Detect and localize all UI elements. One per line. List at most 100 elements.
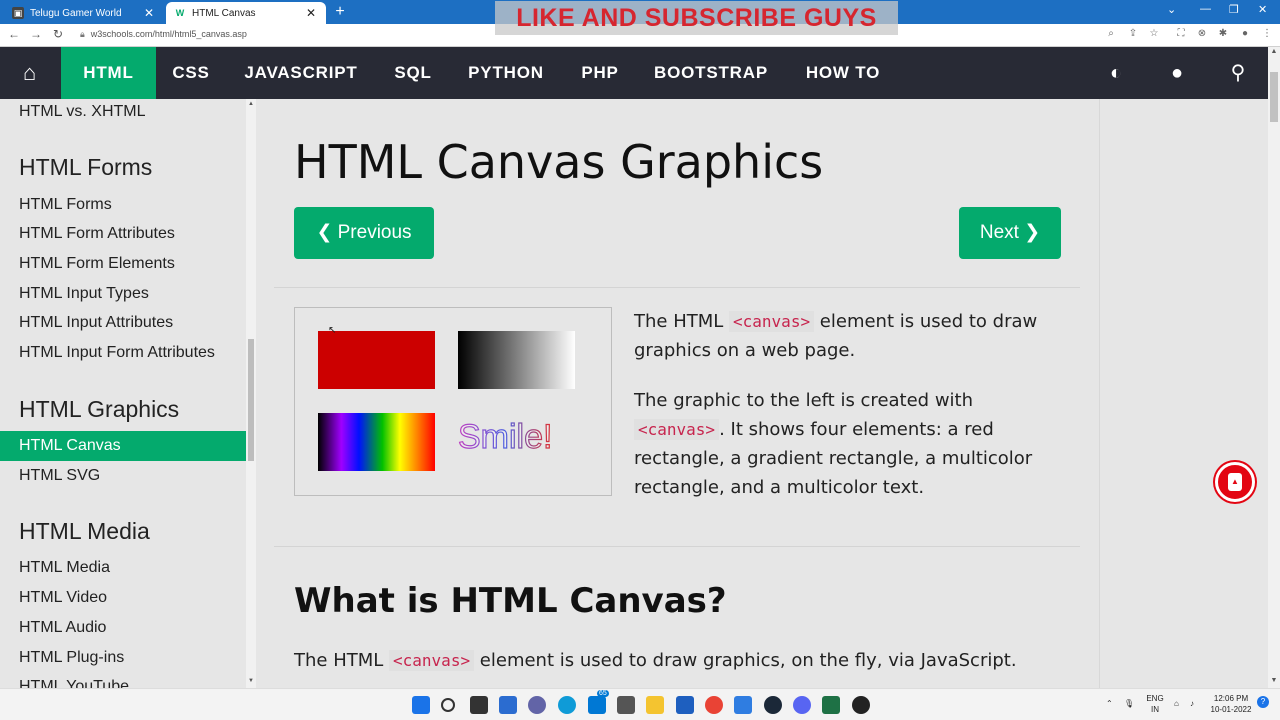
clock-time: 12:06 PM bbox=[1213, 694, 1249, 703]
search-icon[interactable]: ⚲ bbox=[1223, 47, 1253, 99]
search-icon[interactable] bbox=[441, 698, 455, 712]
scroll-down-icon[interactable]: ▼ bbox=[246, 678, 256, 684]
zoom-icon[interactable]: ⌕ bbox=[1104, 28, 1118, 39]
bookmark-star-icon[interactable]: ☆ bbox=[1147, 28, 1161, 39]
sidebar-item-input-types[interactable]: HTML Input Types bbox=[19, 285, 149, 303]
new-tab-icon[interactable]: + bbox=[331, 3, 349, 21]
mail-badge: 65 bbox=[597, 690, 609, 697]
volume-icon[interactable]: ♪ bbox=[1190, 698, 1194, 709]
nav-how-to[interactable]: HOW TO bbox=[796, 47, 890, 99]
lang-top: ENG bbox=[1146, 694, 1164, 703]
minimize-icon[interactable]: — bbox=[1200, 3, 1211, 15]
chrome-icon[interactable] bbox=[705, 696, 723, 714]
sidebar-item-svg[interactable]: HTML SVG bbox=[19, 467, 100, 485]
language-indicator[interactable]: ENG IN bbox=[1143, 693, 1167, 715]
excel-icon[interactable] bbox=[822, 696, 840, 714]
mail-icon[interactable] bbox=[588, 696, 606, 714]
sidebar-item-plugins[interactable]: HTML Plug-ins bbox=[19, 649, 124, 667]
nav-python[interactable]: PYTHON bbox=[460, 47, 552, 99]
microphone-icon[interactable]: 🎙︎ bbox=[1124, 698, 1134, 709]
sidebar-item-canvas[interactable]: HTML Canvas bbox=[0, 431, 246, 461]
page-scroll-thumb[interactable] bbox=[1270, 72, 1278, 122]
forward-icon[interactable]: → bbox=[28, 27, 44, 41]
close-window-icon[interactable]: ✕ bbox=[1258, 3, 1267, 16]
nav-css[interactable]: CSS bbox=[160, 47, 222, 99]
nav-bootstrap[interactable]: BOOTSTRAP bbox=[646, 47, 776, 99]
subscribe-overlay: LIKE AND SUBSCRIBE GUYS bbox=[495, 1, 898, 35]
task-view-icon[interactable] bbox=[470, 696, 488, 714]
sidebar-scrollbar[interactable]: ▲ ▼ bbox=[246, 99, 256, 688]
translate-icon[interactable]: ⛶ bbox=[1174, 28, 1188, 39]
text: element is used to draw graphics, on the… bbox=[474, 650, 1017, 671]
nav-sql[interactable]: SQL bbox=[385, 47, 441, 99]
extension-icon[interactable]: ⊗ bbox=[1195, 28, 1209, 39]
tab-search-icon[interactable]: ⌄ bbox=[1167, 3, 1176, 16]
tray-chevron-icon[interactable]: ⌃ bbox=[1106, 698, 1113, 709]
sidebar-item-input-attributes[interactable]: HTML Input Attributes bbox=[19, 314, 173, 332]
bell-icon: ▲ bbox=[1228, 473, 1242, 491]
tab-html-canvas[interactable]: W HTML Canvas ✕ bbox=[166, 2, 326, 24]
youtube-float-button[interactable]: ▲ bbox=[1215, 462, 1255, 502]
previous-button[interactable]: ❮ Previous bbox=[294, 207, 434, 259]
divider bbox=[274, 287, 1080, 288]
globe-icon[interactable]: ● bbox=[1162, 47, 1192, 99]
obs-icon[interactable] bbox=[852, 696, 870, 714]
clock[interactable]: 12:06 PM 10-01-2022 bbox=[1208, 693, 1254, 715]
todo-icon[interactable] bbox=[734, 696, 752, 714]
notification-icon[interactable]: ? bbox=[1257, 696, 1269, 708]
mouse-cursor-icon: ↖ bbox=[328, 325, 337, 336]
file-explorer-icon[interactable] bbox=[646, 696, 664, 714]
calculator-icon[interactable] bbox=[617, 696, 635, 714]
sidebar-scroll-thumb[interactable] bbox=[248, 339, 254, 461]
nav-html[interactable]: HTML bbox=[61, 47, 156, 99]
close-tab-icon[interactable]: ✕ bbox=[142, 6, 156, 20]
menu-dots-icon[interactable]: ⋮ bbox=[1260, 28, 1274, 39]
url-field[interactable]: 🔒︎ w3schools.com/html/html5_canvas.asp bbox=[80, 29, 247, 40]
next-button[interactable]: Next ❯ bbox=[959, 207, 1061, 259]
chat-icon[interactable] bbox=[528, 696, 546, 714]
page-scrollbar[interactable]: ▲ ▼ bbox=[1268, 47, 1280, 688]
share-icon[interactable]: ⇪ bbox=[1126, 28, 1140, 39]
edge-icon[interactable] bbox=[558, 696, 576, 714]
close-tab-icon[interactable]: ✕ bbox=[304, 6, 318, 20]
sidebar-item-youtube[interactable]: HTML YouTube bbox=[19, 678, 129, 688]
start-windows-icon[interactable] bbox=[412, 696, 430, 714]
sidebar-item-forms[interactable]: HTML Forms bbox=[19, 196, 112, 214]
red-rectangle bbox=[318, 331, 435, 389]
scroll-up-icon[interactable]: ▲ bbox=[246, 101, 256, 107]
lock-icon: 🔒︎ bbox=[80, 29, 85, 39]
sidebar-item-media[interactable]: HTML Media bbox=[19, 559, 110, 577]
tab-title: HTML Canvas bbox=[192, 7, 256, 19]
store-icon[interactable] bbox=[676, 696, 694, 714]
widgets-icon[interactable] bbox=[499, 696, 517, 714]
scroll-down-icon[interactable]: ▼ bbox=[1268, 677, 1280, 684]
nav-php[interactable]: PHP bbox=[572, 47, 628, 99]
maximize-icon[interactable]: ❐ bbox=[1229, 3, 1239, 16]
nav-javascript[interactable]: JAVASCRIPT bbox=[236, 47, 366, 99]
reload-icon[interactable]: ↻ bbox=[50, 27, 66, 41]
text: The graphic to the left is created with bbox=[634, 390, 974, 411]
url-text: w3schools.com/html/html5_canvas.asp bbox=[90, 29, 247, 39]
scroll-up-icon[interactable]: ▲ bbox=[1268, 48, 1280, 55]
home-icon[interactable]: ⌂ bbox=[0, 47, 60, 99]
gradient-rectangle bbox=[458, 331, 575, 389]
sidebar-item-html-vs-xhtml[interactable]: HTML vs. XHTML bbox=[19, 103, 146, 121]
tab-telugu-gamer-world[interactable]: ▣ Telugu Gamer World ✕ bbox=[4, 2, 164, 24]
theme-toggle-icon[interactable]: ◐ bbox=[1101, 47, 1131, 99]
puzzle-icon[interactable]: ✱ bbox=[1216, 28, 1230, 39]
code-canvas: <canvas> bbox=[634, 419, 720, 440]
sidebar-item-form-elements[interactable]: HTML Form Elements bbox=[19, 255, 175, 273]
sidebar-item-audio[interactable]: HTML Audio bbox=[19, 619, 106, 637]
sidebar-item-input-form-attributes[interactable]: HTML Input Form Attributes bbox=[19, 344, 215, 362]
section-paragraph: The HTML <canvas> element is used to dra… bbox=[294, 646, 1084, 675]
main-content: HTML Canvas Graphics ❮ Previous Next ❯ S… bbox=[256, 99, 1099, 688]
sidebar-item-form-attributes[interactable]: HTML Form Attributes bbox=[19, 225, 175, 243]
network-icon[interactable]: ⌂ bbox=[1174, 698, 1179, 709]
discord-icon[interactable] bbox=[793, 696, 811, 714]
sidebar-heading-graphics: HTML Graphics bbox=[19, 396, 180, 422]
back-icon[interactable]: ← bbox=[6, 27, 22, 41]
steam-icon[interactable] bbox=[764, 696, 782, 714]
profile-avatar-icon[interactable]: ● bbox=[1238, 28, 1252, 39]
multicolor-rectangle bbox=[318, 413, 435, 471]
sidebar-item-video[interactable]: HTML Video bbox=[19, 589, 107, 607]
